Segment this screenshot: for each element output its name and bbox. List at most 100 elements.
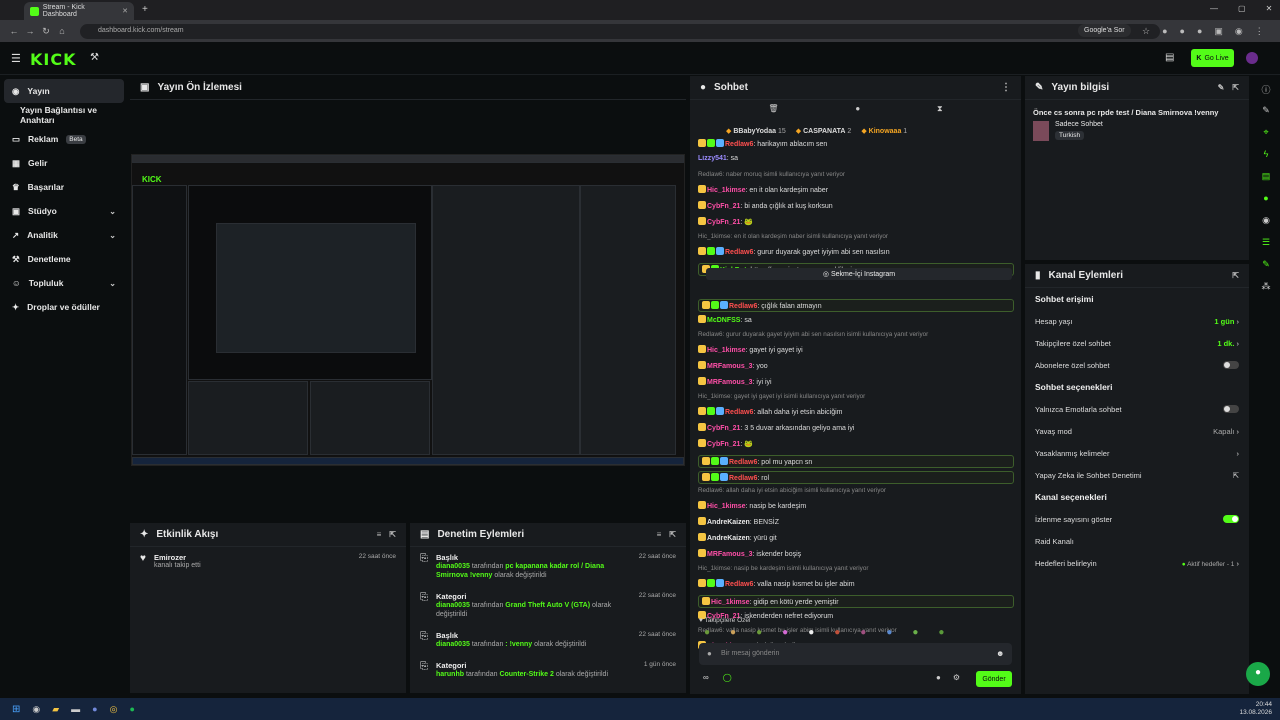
chat-username[interactable]: MRFamous_3 (707, 363, 753, 370)
bookmark-star-icon[interactable]: ☆ (1142, 26, 1150, 37)
ai-mod-row[interactable]: Yapay Zeka ile Sohbet Denetimi ⇱ (1025, 464, 1249, 486)
subs-chat-toggle[interactable] (1223, 361, 1239, 369)
crosshair-icon[interactable]: ⌖ (1259, 127, 1273, 141)
chat-username[interactable]: AndreKaizen (707, 519, 750, 526)
gear-icon[interactable]: ⚙ (953, 673, 960, 682)
emote-icon[interactable]: ● (808, 627, 814, 638)
chat-username[interactable]: AndreKaizen (707, 535, 750, 542)
sidebar-item-stream-key[interactable]: Yayın Bağlantısı ve Anahtarı (0, 103, 128, 127)
spotify-icon[interactable]: ● (129, 704, 134, 714)
emote-icon[interactable]: ● (782, 627, 788, 638)
chat-username[interactable]: CybFn_21 (707, 203, 740, 210)
studio-icon[interactable]: ▤ (1165, 52, 1174, 63)
hourglass-icon[interactable]: ⧗ (937, 104, 943, 114)
reload-icon[interactable]: ↻ (38, 26, 54, 37)
emote-icon[interactable]: ● (834, 627, 840, 638)
chat-username[interactable]: CybFn_21 (707, 425, 740, 432)
windows-start-icon[interactable]: ⊞ (12, 704, 20, 715)
emoji-icon[interactable]: ☻ (996, 649, 1004, 658)
sidebar-item-analitik[interactable]: ↗ Analitik ⌄ (0, 223, 128, 247)
user-avatar[interactable] (1246, 52, 1258, 64)
extension-icon[interactable]: ● (1180, 26, 1185, 37)
trash-icon[interactable]: 🗑 (768, 104, 778, 114)
chat-username[interactable]: MRFamous_3 (707, 379, 753, 386)
chat-username[interactable]: CybFn_21 (707, 441, 740, 448)
chat-username[interactable]: Redlaw6 (725, 409, 753, 416)
emote-icon[interactable]: ● (938, 627, 944, 638)
profile-avatar-icon[interactable]: ◉ (1235, 26, 1243, 37)
info-icon[interactable]: ⓘ (1259, 83, 1273, 97)
send-button[interactable]: Gönder (976, 671, 1012, 687)
chat-username[interactable]: Hic_1kimse (711, 599, 750, 606)
kick-logo[interactable]: KICK (30, 50, 77, 69)
sidebar-item-basarilar[interactable]: ♛ Başarılar (0, 175, 128, 199)
slow-mode-row[interactable]: Yavaş mod Kapalı › (1025, 420, 1249, 442)
raid-row[interactable]: Raid Kanalı (1025, 530, 1249, 552)
sidebar-item-denetleme[interactable]: ⚒ Denetleme (0, 247, 128, 271)
extension-icon[interactable]: ● (1162, 26, 1167, 37)
emote-icon[interactable]: ● (756, 627, 762, 638)
followers-chat-row[interactable]: Takipçilere özel sohbet 1 dk. › (1025, 332, 1249, 354)
sidebar-item-yayin[interactable]: ◉ Yayın (4, 79, 124, 103)
discord-icon[interactable]: ● (92, 704, 97, 714)
emote-icon[interactable]: ● (886, 627, 892, 638)
mod-event-user[interactable]: diana0035 (436, 641, 470, 648)
chat-username[interactable]: Redlaw6 (725, 581, 753, 588)
list-icon[interactable]: ☰ (1259, 237, 1273, 251)
chat-username[interactable]: CybFn_21 (707, 219, 740, 226)
emote-only-toggle[interactable] (1223, 405, 1239, 413)
home-icon[interactable]: ⌂ (54, 26, 70, 36)
minimize-icon[interactable]: — (1210, 4, 1218, 13)
back-icon[interactable]: ← (6, 26, 22, 36)
show-views-toggle[interactable] (1223, 515, 1239, 523)
chat-username[interactable]: Redlaw6 (729, 303, 757, 310)
account-age-row[interactable]: Hesap yaşı 1 gün › (1025, 310, 1249, 332)
chat-username[interactable]: Redlaw6 (725, 249, 753, 256)
chat-icon[interactable]: ● (855, 104, 860, 114)
emote-icon[interactable]: ● (704, 627, 710, 638)
mod-event-user[interactable]: diana0035 (436, 563, 470, 570)
popout-icon[interactable]: ⇱ (389, 530, 396, 539)
google-ask-button[interactable]: Google'a Sor (1078, 24, 1131, 37)
chrome-icon[interactable]: ◎ (110, 704, 118, 715)
chat-icon[interactable]: ● (1259, 193, 1273, 207)
filter-icon[interactable]: ≡ (657, 530, 662, 539)
banned-words-row[interactable]: Yasaklanmış kelimeler › (1025, 442, 1249, 464)
pencil-icon[interactable]: ✎ (1259, 105, 1273, 119)
go-live-button[interactable]: K Go Live (1191, 49, 1234, 67)
wrench-icon[interactable]: ✎ (1259, 259, 1273, 273)
chat-username[interactable]: Hic_1kimse (707, 187, 746, 194)
chat-icon[interactable]: ● (936, 673, 941, 682)
mod-event-user[interactable]: harunhb (436, 671, 464, 678)
chat-username[interactable]: McDNFSS (707, 317, 740, 324)
puzzle-icon[interactable]: ▣ (1214, 26, 1223, 37)
doc-icon[interactable]: ▤ (1259, 171, 1273, 185)
close-window-icon[interactable]: ✕ (1266, 4, 1273, 13)
folder-icon[interactable]: ▰ (52, 704, 59, 715)
targets-row[interactable]: Hedefleri belirleyin ● Aktif hedefler - 1… (1025, 552, 1249, 574)
chat-username[interactable]: Redlaw6 (729, 475, 757, 482)
sidebar-item-studyo[interactable]: ▣ Stüdyo ⌄ (0, 199, 128, 223)
taskbar-clock[interactable]: 20:44 13.08.2026 (1239, 701, 1272, 717)
chat-username[interactable]: Hic_1kimse (707, 503, 746, 510)
bolt-icon[interactable]: ϟ (1259, 149, 1273, 163)
popout-icon[interactable]: ⇱ (669, 530, 676, 539)
filter-icon[interactable]: ≡ (377, 530, 382, 539)
chat-username[interactable]: Hic_1kimse (707, 347, 746, 354)
hamburger-menu-icon[interactable]: ☰ (11, 52, 21, 65)
emote-icon[interactable]: ● (912, 627, 918, 638)
url-field[interactable]: dashboard.kick.com/stream (80, 24, 1160, 39)
chat-username[interactable]: Redlaw6 (725, 141, 753, 148)
extension-icon[interactable]: ● (1197, 26, 1202, 37)
nodes-icon[interactable]: ⁂ (1259, 281, 1273, 295)
emote-icon[interactable]: ● (860, 627, 866, 638)
status-ring-icon[interactable]: ◯ (723, 673, 732, 682)
instagram-button[interactable]: ◎ Sekme-İçi Instagram (706, 268, 1012, 280)
chat-username[interactable]: Lizzy541 (698, 155, 727, 162)
menu-dots-icon[interactable]: ⋮ (1255, 26, 1264, 37)
sidebar-item-gelir[interactable]: ▦ Gelir (0, 151, 128, 175)
sidebar-item-reklam[interactable]: ▭ Reklam Beta (0, 127, 128, 151)
sidebar-item-topluluk[interactable]: ☺ Topluluk ⌄ (0, 271, 128, 295)
browser-tab[interactable]: Stream - Kick Dashboard ✕ (24, 2, 134, 20)
sidebar-item-droplar[interactable]: ✦ Droplar ve ödüller (0, 295, 128, 319)
